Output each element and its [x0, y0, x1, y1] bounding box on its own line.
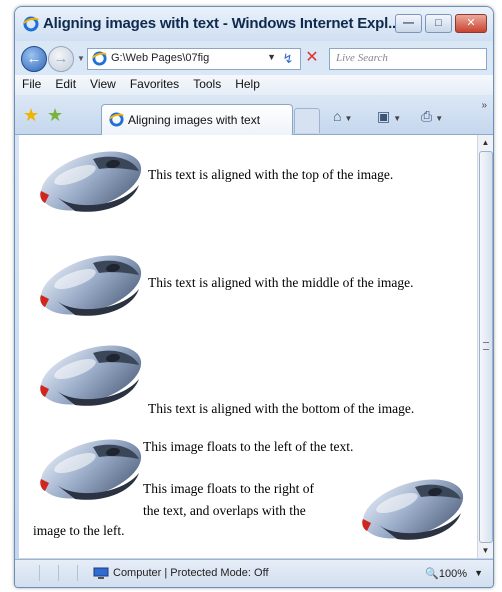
forward-arrow-icon: →: [53, 50, 69, 67]
back-arrow-icon: ←: [26, 50, 42, 67]
add-favorites-icon[interactable]: ★: [47, 105, 63, 126]
maximize-button[interactable]: □: [425, 14, 452, 33]
refresh-icon[interactable]: ↯: [279, 50, 297, 67]
menu-view[interactable]: View: [83, 75, 123, 95]
menu-edit[interactable]: Edit: [48, 75, 83, 95]
text-float-right-line3: image to the left.: [33, 523, 125, 538]
mouse-image-float-right: [357, 473, 469, 543]
ie-icon: [23, 16, 39, 32]
scroll-down-icon[interactable]: ▼: [478, 543, 493, 558]
home-icon[interactable]: ⌂ ▼: [333, 108, 352, 124]
menu-favorites[interactable]: Favorites: [123, 75, 186, 95]
back-button[interactable]: ←: [21, 46, 47, 72]
browser-window: Aligning images with text - Windows Inte…: [14, 6, 494, 588]
text-aligned-top: This text is aligned with the top of the…: [148, 167, 394, 182]
page-content: This text is aligned with the top of the…: [19, 135, 477, 558]
text-float-right-line1: This image floats to the right of: [143, 481, 314, 496]
tab-label: Aligning images with text: [128, 113, 261, 127]
mouse-image: [35, 249, 147, 319]
scrollbar-thumb[interactable]: [479, 151, 493, 543]
status-bar: Computer | Protected Mode: Off 🔍100% ▼: [15, 559, 493, 587]
zoom-level[interactable]: 🔍100%: [425, 567, 467, 580]
recent-pages-dropdown[interactable]: ▼: [77, 54, 85, 63]
mouse-image: [35, 145, 147, 215]
menu-bar: File Edit View Favorites Tools Help: [15, 75, 493, 95]
address-url[interactable]: G:\Web Pages\07fig: [111, 52, 209, 64]
minimize-icon: —: [403, 17, 414, 29]
tab-aligning-images[interactable]: Aligning images with text: [101, 104, 293, 135]
minimize-button[interactable]: —: [395, 14, 422, 33]
address-bar[interactable]: G:\Web Pages\07fig ▼ ↯: [87, 48, 301, 70]
stop-icon[interactable]: ✕: [303, 49, 321, 67]
mouse-image: [35, 339, 147, 409]
new-tab-button[interactable]: [294, 108, 320, 133]
zoom-value[interactable]: 100%: [439, 568, 467, 580]
scroll-up-icon[interactable]: ▲: [478, 135, 493, 150]
address-row: ← → ▼ G:\Web Pages\07fig ▼ ↯ ✕ Live Sear…: [15, 41, 493, 73]
search-input[interactable]: Live Search: [329, 48, 487, 70]
window-title: Aligning images with text - Windows Inte…: [43, 15, 400, 32]
feeds-icon[interactable]: ▣ ▼: [377, 108, 401, 125]
text-float-right-line2: the text, and overlaps with the: [143, 503, 306, 518]
search-placeholder: Live Search: [336, 52, 388, 64]
menu-tools[interactable]: Tools: [186, 75, 228, 95]
ie-page-icon: [109, 112, 124, 127]
tab-bar: ★ ★ Aligning images with text ⌂ ▼ ▣ ▼ ⎙ ▼ »: [15, 96, 493, 135]
print-icon[interactable]: ⎙ ▼: [421, 108, 443, 125]
title-bar: Aligning images with text - Windows Inte…: [15, 7, 493, 41]
text-aligned-middle: This text is aligned with the middle of …: [148, 275, 414, 290]
text-float-left: This image floats to the left of the tex…: [143, 439, 354, 454]
menu-help[interactable]: Help: [228, 75, 267, 95]
text-aligned-bottom: This text is aligned with the bottom of …: [148, 401, 415, 416]
ie-page-icon: [92, 51, 107, 66]
computer-icon: [93, 567, 109, 579]
favorites-star-icon[interactable]: ★: [23, 105, 39, 126]
menu-file[interactable]: File: [15, 75, 48, 95]
address-dropdown-icon[interactable]: ▼: [267, 52, 276, 62]
forward-button[interactable]: →: [48, 46, 74, 72]
vertical-scrollbar[interactable]: ▲ ▼: [477, 135, 493, 558]
close-button[interactable]: ✕: [455, 14, 487, 33]
status-text: Computer | Protected Mode: Off: [113, 567, 269, 579]
zoom-dropdown-icon[interactable]: ▼: [474, 568, 483, 578]
close-icon: ✕: [466, 17, 476, 29]
maximize-icon: □: [435, 17, 442, 29]
chevron-more-icon[interactable]: »: [481, 100, 487, 111]
mouse-image-float-left: [35, 433, 147, 503]
